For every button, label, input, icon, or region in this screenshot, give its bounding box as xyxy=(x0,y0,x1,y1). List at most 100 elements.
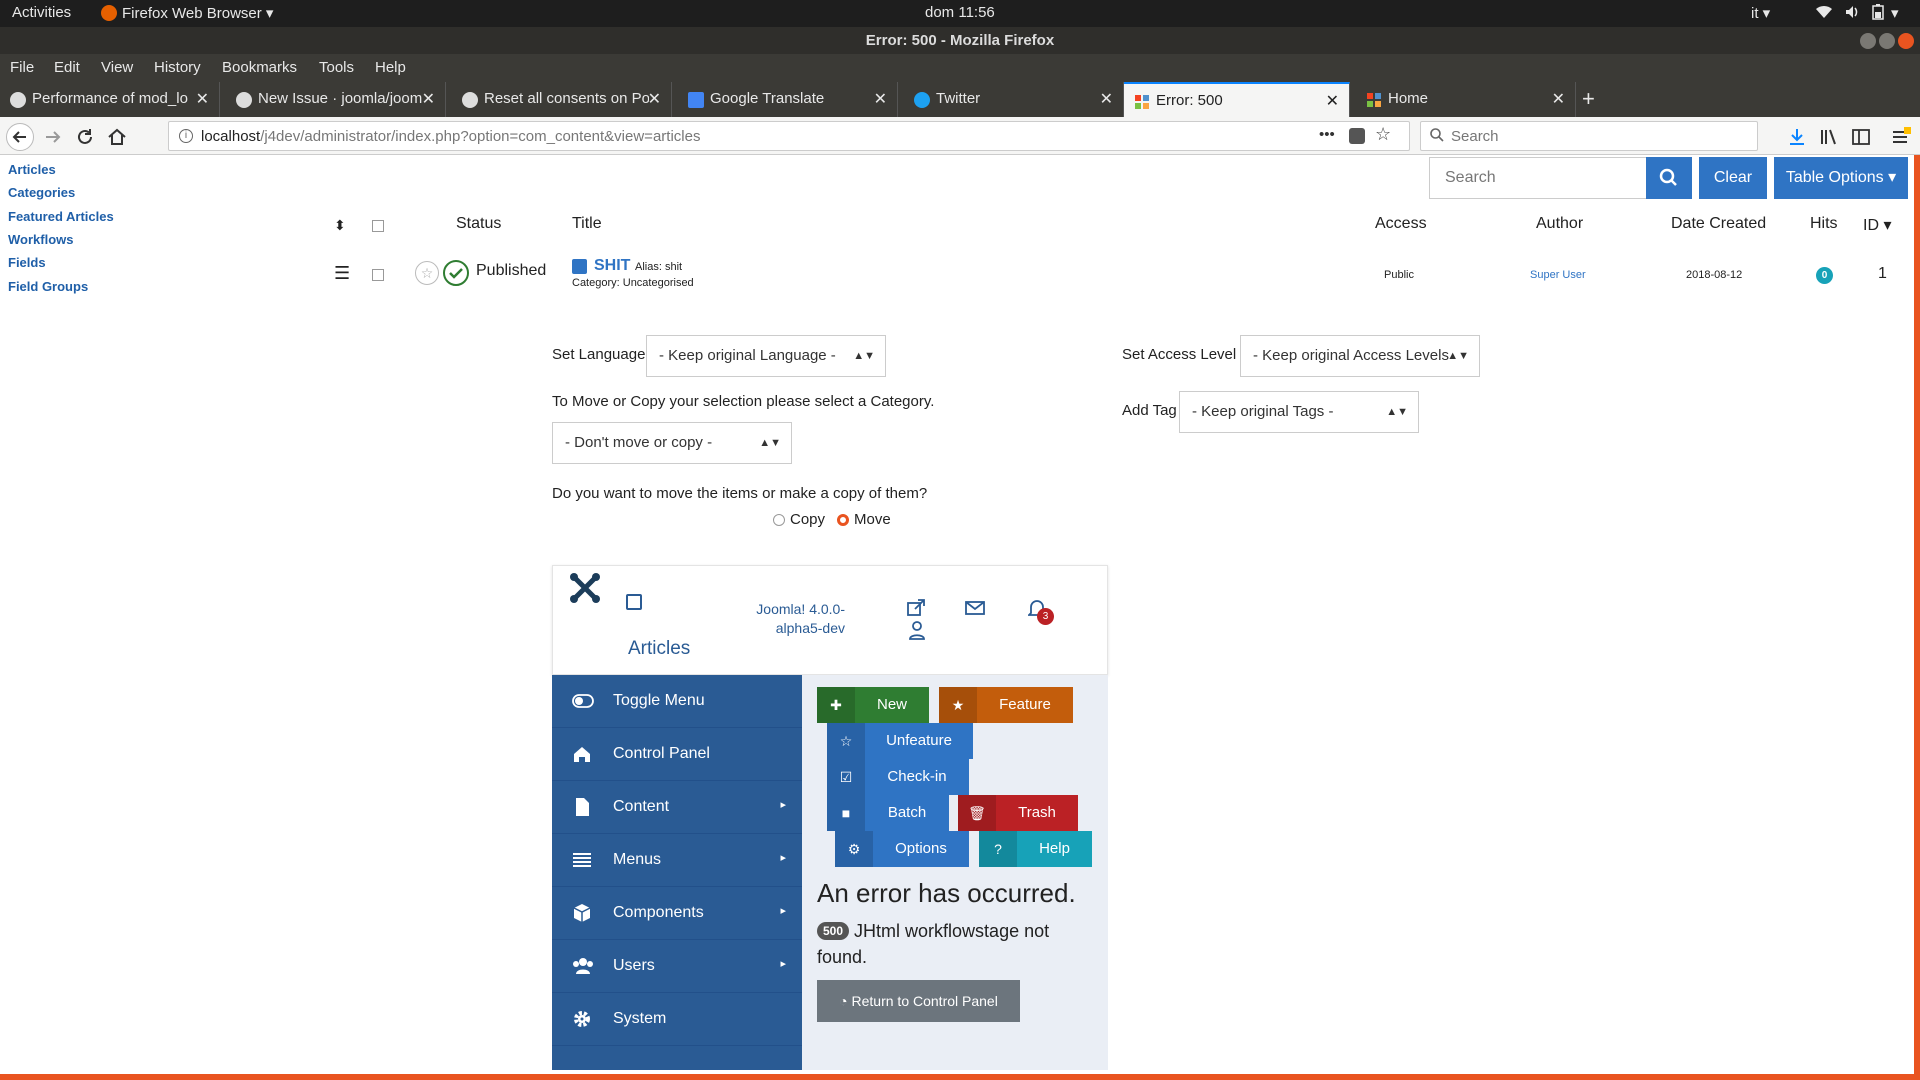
pocket-icon[interactable] xyxy=(1349,128,1365,144)
menu-view[interactable]: View xyxy=(101,59,133,76)
admin-menu-components[interactable]: Components ▸ xyxy=(552,887,802,940)
help-button[interactable]: ? Help xyxy=(979,831,1092,867)
category-select[interactable]: - Don't move or copy - ▲▼ xyxy=(552,422,792,464)
activities-button[interactable]: Activities xyxy=(12,4,71,21)
home-icon[interactable] xyxy=(106,126,128,148)
column-header-id[interactable]: ID ▾ xyxy=(1863,215,1891,235)
admin-menu-toggle-menu[interactable]: Toggle Menu xyxy=(552,675,802,728)
clear-button[interactable]: Clear xyxy=(1699,157,1767,199)
sidebar-link-featured-articles[interactable]: Featured Articles xyxy=(8,209,114,224)
close-tab-icon[interactable]: ✕ xyxy=(1326,91,1339,111)
tab-home[interactable]: Home ✕ xyxy=(1356,82,1576,117)
horizontal-scrollbar[interactable] xyxy=(0,1074,1920,1080)
admin-menu-users[interactable]: Users ▸ xyxy=(552,940,802,993)
menu-edit[interactable]: Edit xyxy=(54,59,80,76)
column-header-access[interactable]: Access xyxy=(1375,215,1427,233)
table-options-button[interactable]: Table Options ▾ xyxy=(1774,157,1908,199)
reload-icon[interactable] xyxy=(74,126,96,148)
sidebar-link-field-groups[interactable]: Field Groups xyxy=(8,279,88,294)
scrollbar[interactable] xyxy=(1914,155,1920,1080)
admin-menu-control-panel[interactable]: Control Panel xyxy=(552,728,802,781)
mail-icon[interactable] xyxy=(965,600,985,616)
close-tab-icon[interactable]: ✕ xyxy=(196,89,209,109)
close-tab-icon[interactable]: ✕ xyxy=(422,89,435,109)
row-checkbox[interactable] xyxy=(372,269,384,281)
tab-performance[interactable]: Performance of mod_lo ✕ xyxy=(0,82,220,117)
close-tab-icon[interactable]: ✕ xyxy=(1552,89,1565,109)
filter-search-input[interactable]: Search xyxy=(1429,157,1647,199)
select-arrow-icon: ▲▼ xyxy=(759,437,781,449)
column-header-date-created[interactable]: Date Created xyxy=(1671,215,1766,233)
tab-google-translate[interactable]: Google Translate ✕ xyxy=(678,82,898,117)
clock[interactable]: dom 11:56 xyxy=(925,4,995,21)
app-menu[interactable]: Firefox Web Browser ▾ xyxy=(122,4,273,22)
filter-search-button[interactable] xyxy=(1646,157,1692,199)
sidebar-link-articles[interactable]: Articles xyxy=(8,162,56,177)
maximize-icon[interactable] xyxy=(1879,33,1895,49)
menu-file[interactable]: File xyxy=(10,59,34,76)
menu-history[interactable]: History xyxy=(154,59,201,76)
return-to-control-panel-button[interactable]: ◔ Return to Control Panel xyxy=(817,980,1020,1022)
column-header-title[interactable]: Title xyxy=(572,215,602,233)
browser-search-bar[interactable]: Search xyxy=(1420,121,1758,151)
close-tab-icon[interactable]: ✕ xyxy=(1100,89,1113,109)
checkin-button[interactable]: ☑ Check-in xyxy=(827,759,969,795)
admin-menu-system[interactable]: System xyxy=(552,993,802,1046)
sidebar-link-categories[interactable]: Categories xyxy=(8,185,75,200)
external-link-icon[interactable] xyxy=(906,598,926,618)
downloads-icon[interactable] xyxy=(1786,126,1808,148)
user-icon[interactable] xyxy=(909,620,925,640)
tab-twitter[interactable]: Twitter ✕ xyxy=(904,82,1124,117)
feature-button[interactable]: ★ Feature xyxy=(939,687,1073,723)
add-tag-select[interactable]: - Keep original Tags - ▲▼ xyxy=(1179,391,1419,433)
column-header-author[interactable]: Author xyxy=(1536,215,1583,233)
menu-tools[interactable]: Tools xyxy=(319,59,354,76)
trash-button[interactable]: 🗑 Trash xyxy=(958,795,1078,831)
move-radio[interactable] xyxy=(837,514,849,526)
admin-menu-menus[interactable]: Menus ▸ xyxy=(552,834,802,887)
sidebar-link-fields[interactable]: Fields xyxy=(8,255,46,270)
sort-ordering-icon[interactable]: ⬍ xyxy=(334,217,346,234)
tab-reset-consents[interactable]: Reset all consents on Po ✕ xyxy=(452,82,672,117)
joomla-version-link[interactable]: Joomla! 4.0.0-alpha5-dev xyxy=(719,600,845,638)
author-link[interactable]: Super User xyxy=(1530,269,1586,281)
select-all-checkbox[interactable] xyxy=(372,220,384,232)
keyboard-layout[interactable]: it ▾ xyxy=(1751,4,1770,22)
menu-bookmarks[interactable]: Bookmarks xyxy=(222,59,297,76)
library-icon[interactable] xyxy=(1818,126,1840,148)
sidebar-link-workflows[interactable]: Workflows xyxy=(8,232,74,247)
drag-handle-icon[interactable]: ☰ xyxy=(334,263,350,284)
minimize-icon[interactable] xyxy=(1860,33,1876,49)
column-header-hits[interactable]: Hits xyxy=(1810,215,1838,233)
close-tab-icon[interactable]: ✕ xyxy=(874,89,887,109)
system-menu-chevron-icon[interactable]: ▾ xyxy=(1891,4,1899,22)
close-window-icon[interactable] xyxy=(1898,33,1914,49)
bookmark-star-icon[interactable]: ☆ xyxy=(1375,124,1391,145)
featured-star-icon[interactable]: ☆ xyxy=(415,261,439,285)
close-tab-icon[interactable]: ✕ xyxy=(648,89,661,109)
new-button[interactable]: ✚ New xyxy=(817,687,929,723)
set-language-select[interactable]: - Keep original Language - ▲▼ xyxy=(646,335,886,377)
sidebar-toggle-icon[interactable] xyxy=(1850,126,1872,148)
forward-icon[interactable] xyxy=(42,126,64,148)
article-title-link[interactable]: SHIT xyxy=(594,257,630,275)
options-button[interactable]: ⚙ Options xyxy=(835,831,969,867)
copy-radio[interactable] xyxy=(773,514,785,526)
tab-new-issue[interactable]: New Issue · joomla/joom ✕ xyxy=(226,82,446,117)
tab-error-500[interactable]: Error: 500 ✕ xyxy=(1124,82,1350,117)
admin-menu-content[interactable]: Content ▸ xyxy=(552,781,802,834)
new-tab-icon[interactable]: + xyxy=(1582,86,1595,112)
joomla-logo-icon[interactable] xyxy=(568,571,602,605)
edit-icon[interactable] xyxy=(572,259,587,274)
published-check-icon[interactable] xyxy=(443,260,469,286)
column-header-status[interactable]: Status xyxy=(456,215,501,233)
url-bar[interactable]: i localhost/j4dev/administrator/index.ph… xyxy=(168,121,1410,151)
hamburger-menu-icon[interactable] xyxy=(1890,126,1912,148)
batch-button[interactable]: ■ Batch xyxy=(827,795,949,831)
unfeature-button[interactable]: ☆ Unfeature xyxy=(827,723,973,759)
back-icon[interactable] xyxy=(6,123,34,151)
page-actions-icon[interactable]: ••• xyxy=(1319,126,1335,143)
menu-help[interactable]: Help xyxy=(375,59,406,76)
access-level-select[interactable]: - Keep original Access Levels ▲▼ xyxy=(1240,335,1480,377)
info-icon[interactable]: i xyxy=(179,129,193,143)
